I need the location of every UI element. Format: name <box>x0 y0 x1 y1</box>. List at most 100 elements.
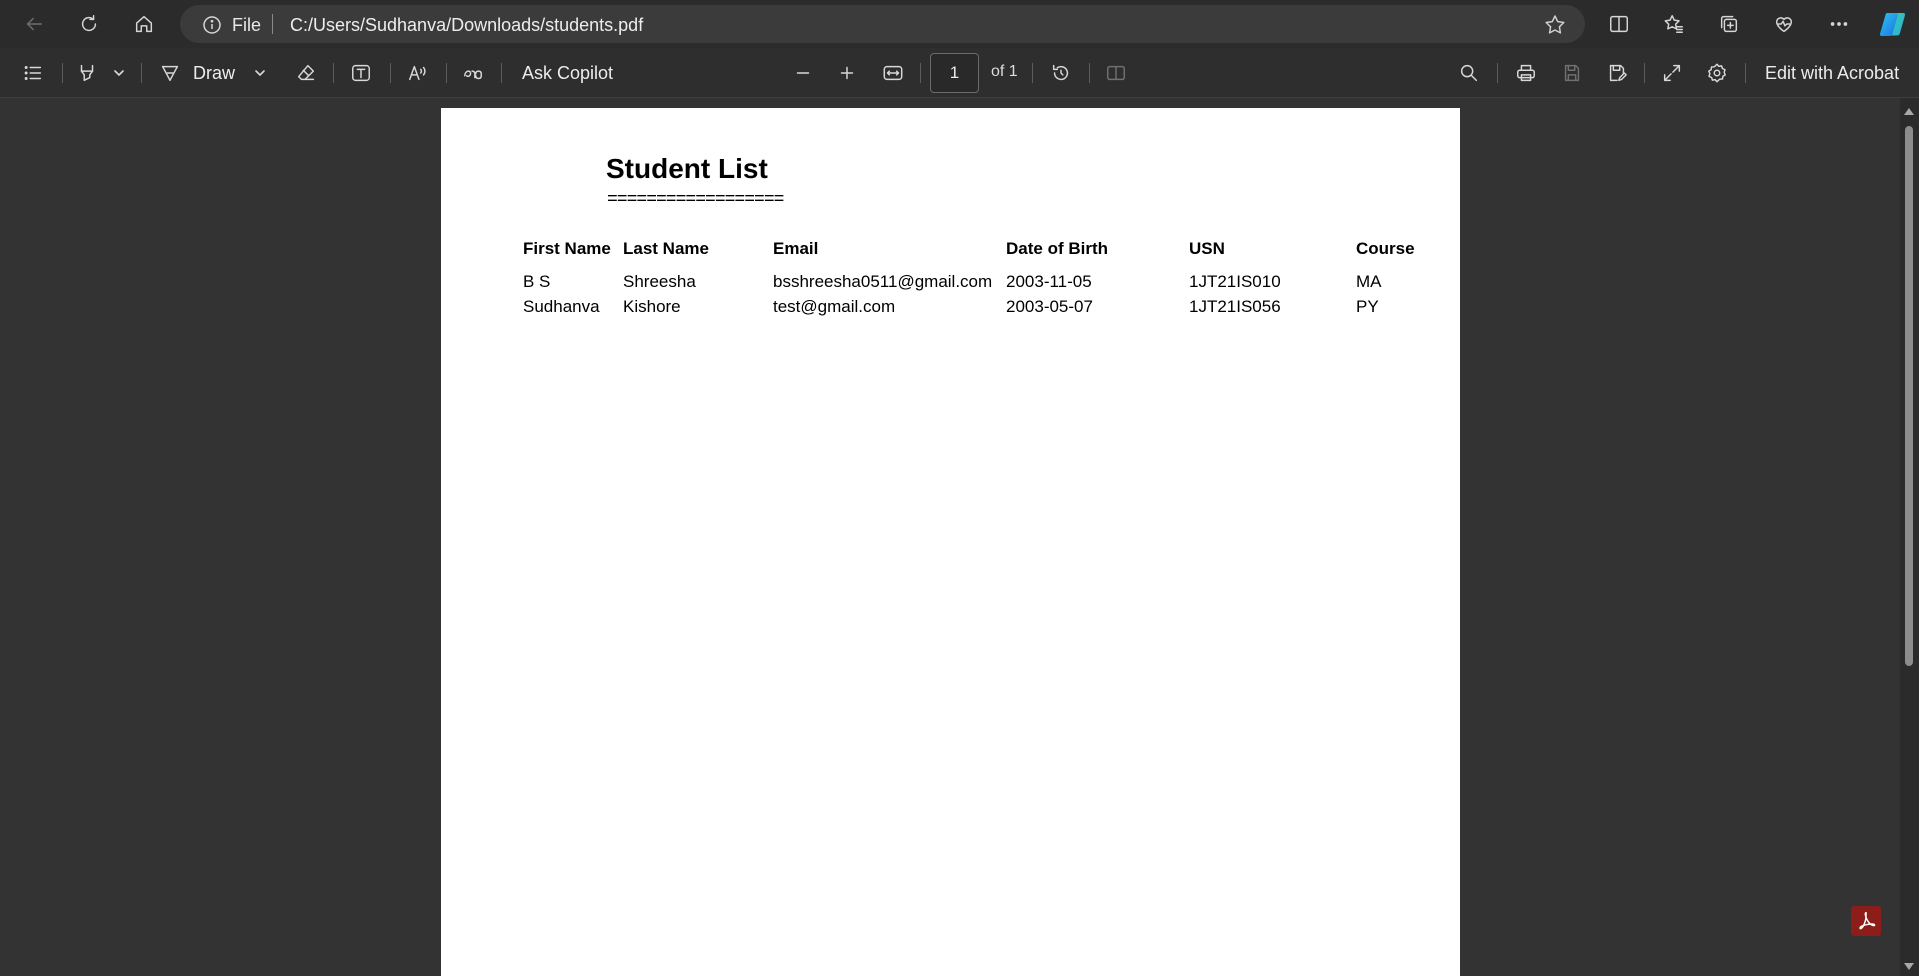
toolbar-separator <box>920 63 921 83</box>
table-cell: Kishore <box>623 297 681 316</box>
vertical-scrollbar[interactable] <box>1900 98 1919 976</box>
draw-button[interactable]: Draw <box>193 58 235 88</box>
text-box-icon <box>352 64 370 82</box>
address-scheme: File <box>232 15 262 35</box>
address-bar[interactable]: File C:/Users/Sudhanva/Downloads/student… <box>180 5 1585 43</box>
favorite-star-icon[interactable] <box>1543 13 1567 37</box>
site-info-icon[interactable] <box>202 15 222 35</box>
page-total-label: of 1 <box>991 63 1018 80</box>
column-header-last-name: Last Name <box>623 239 709 258</box>
refresh-button[interactable] <box>71 8 107 40</box>
rotate-button[interactable] <box>1047 58 1075 88</box>
search-icon <box>1460 64 1478 82</box>
table-cell: 2003-11-05 <box>1006 272 1092 291</box>
more-options-button[interactable] <box>1821 8 1857 40</box>
fullscreen-button[interactable] <box>1658 58 1686 88</box>
copilot-icon[interactable] <box>1878 9 1908 39</box>
save-as-button[interactable] <box>1603 58 1631 88</box>
minus-icon <box>796 72 810 74</box>
page-number-input[interactable]: 1 <box>930 53 979 93</box>
edit-with-acrobat-button[interactable]: Edit with Acrobat <box>1765 58 1899 88</box>
save-button[interactable] <box>1558 58 1586 88</box>
draw-options-dropdown[interactable] <box>252 58 268 88</box>
highlight-options-dropdown[interactable] <box>111 58 127 88</box>
refresh-icon <box>81 15 97 32</box>
address-url[interactable]: C:/Users/Sudhanva/Downloads/students.pdf <box>290 15 643 36</box>
pdf-page: Student List ================== First Na… <box>441 108 1460 976</box>
scroll-up-arrow-icon[interactable] <box>1904 108 1914 115</box>
read-aloud-button[interactable] <box>404 58 432 88</box>
zoom-in-button[interactable] <box>836 58 858 88</box>
address-separator <box>272 14 273 34</box>
print-icon <box>1517 64 1535 82</box>
gear-icon <box>1708 63 1726 83</box>
table-cell: 1JT21IS056 <box>1189 297 1281 316</box>
collections-button[interactable] <box>1711 8 1747 40</box>
zoom-out-button[interactable] <box>792 58 814 88</box>
split-screen-icon <box>1610 15 1628 33</box>
toolbar-separator <box>501 63 502 83</box>
table-cell: 1JT21IS010 <box>1189 272 1281 291</box>
erase-button[interactable] <box>292 58 320 88</box>
save-icon <box>1564 64 1580 82</box>
pdf-viewer[interactable]: Student List ================== First Na… <box>0 98 1900 976</box>
translate-button[interactable] <box>459 58 487 88</box>
read-aloud-icon <box>409 65 426 81</box>
home-button[interactable] <box>126 8 162 40</box>
home-icon <box>135 15 153 33</box>
translate-icon <box>464 70 482 80</box>
toolbar-separator <box>446 63 447 83</box>
table-cell: PY <box>1356 297 1379 316</box>
rotate-icon <box>1052 64 1069 81</box>
print-button[interactable] <box>1512 58 1540 88</box>
back-button[interactable] <box>16 8 52 40</box>
favorites-icon <box>1664 15 1683 33</box>
fit-width-icon <box>883 65 903 81</box>
draw-pen-icon <box>161 65 179 82</box>
ask-copilot-label: Ask Copilot <box>522 62 614 83</box>
expand-icon <box>1663 64 1681 82</box>
more-icon <box>1830 22 1848 26</box>
toolbar-separator <box>1745 63 1746 83</box>
scroll-down-arrow-icon[interactable] <box>1904 963 1914 970</box>
favorites-button[interactable] <box>1656 8 1692 40</box>
column-header-email: Email <box>773 239 819 258</box>
draw-icon-button[interactable] <box>156 58 184 88</box>
acrobat-icon[interactable] <box>1851 906 1881 936</box>
toolbar-separator <box>62 63 63 83</box>
toolbar-separator <box>333 63 334 83</box>
two-page-view-icon <box>1107 65 1125 81</box>
page-view-button[interactable] <box>1102 58 1130 88</box>
split-screen-button[interactable] <box>1601 8 1637 40</box>
add-text-button[interactable] <box>347 58 375 88</box>
back-icon <box>26 17 43 31</box>
toolbar-separator <box>1644 63 1645 83</box>
highlighter-icon <box>80 64 94 82</box>
fit-to-width-button[interactable] <box>879 58 907 88</box>
table-cell: B S <box>523 272 551 291</box>
toolbar-separator <box>1497 63 1498 83</box>
column-header-course: Course <box>1356 239 1415 258</box>
collections-icon <box>1720 15 1738 33</box>
table-cell: Sudhanva <box>523 297 600 316</box>
table-cell: bsshreesha0511@gmail.com <box>773 272 993 291</box>
toolbar-separator <box>141 63 142 83</box>
column-header-date-of-birth: Date of Birth <box>1006 239 1108 258</box>
scrollbar-thumb[interactable] <box>1905 126 1913 666</box>
browser-essentials-button[interactable] <box>1766 8 1802 40</box>
browser-titlebar: File C:/Users/Sudhanva/Downloads/student… <box>0 0 1919 48</box>
eraser-icon <box>297 64 315 81</box>
document-title: Student List <box>606 153 768 184</box>
toolbar-separator <box>1032 63 1033 83</box>
settings-button[interactable] <box>1703 58 1731 88</box>
column-header-usn: USN <box>1189 239 1225 258</box>
find-button[interactable] <box>1456 58 1482 88</box>
edit-with-acrobat-label: Edit with Acrobat <box>1765 62 1900 83</box>
highlight-button[interactable] <box>74 58 100 88</box>
contents-button[interactable] <box>18 58 48 88</box>
ask-copilot-button[interactable]: Ask Copilot <box>522 58 613 88</box>
table-cell: Shreesha <box>623 272 696 291</box>
chevron-down-icon <box>114 70 124 76</box>
table-cell: 2003-05-07 <box>1006 297 1093 316</box>
contents-list-icon <box>24 66 42 80</box>
